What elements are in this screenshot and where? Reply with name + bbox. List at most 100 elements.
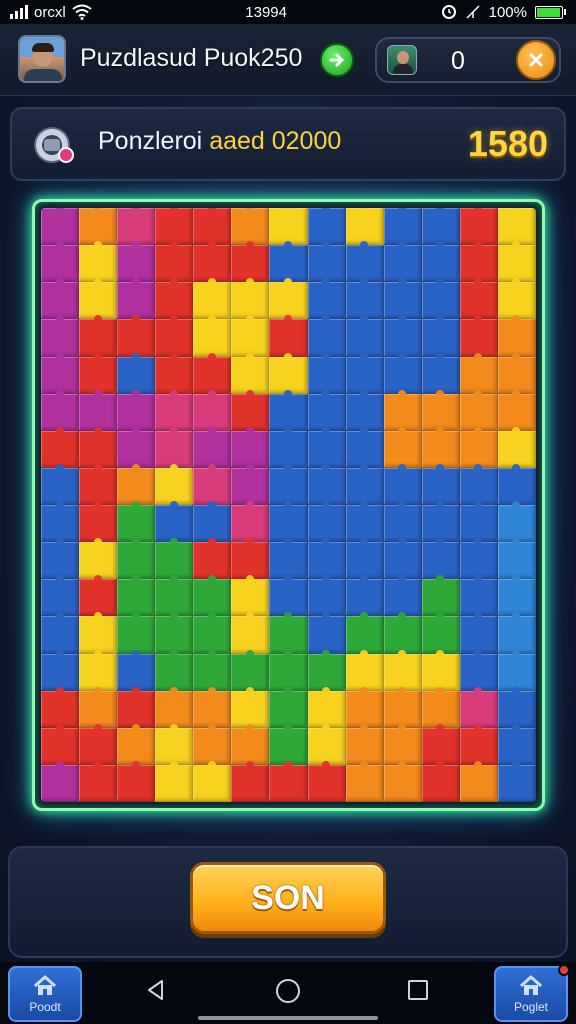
puzzle-piece[interactable] — [79, 538, 118, 580]
puzzle-piece[interactable] — [421, 389, 460, 431]
puzzle-piece[interactable] — [383, 612, 422, 654]
puzzle-piece[interactable] — [307, 315, 346, 357]
puzzle-piece[interactable] — [231, 352, 270, 394]
puzzle-piece[interactable] — [421, 426, 460, 468]
puzzle-piece[interactable] — [155, 463, 194, 505]
puzzle-piece[interactable] — [459, 352, 498, 394]
puzzle-piece[interactable] — [41, 389, 80, 431]
nav-tab-profile[interactable]: Poglet — [494, 964, 570, 1022]
puzzle-piece[interactable] — [497, 649, 536, 691]
puzzle-piece[interactable] — [41, 208, 80, 246]
puzzle-piece[interactable] — [79, 278, 118, 320]
close-button[interactable] — [516, 40, 556, 80]
puzzle-piece[interactable] — [307, 463, 346, 505]
puzzle-piece[interactable] — [269, 315, 308, 357]
puzzle-piece[interactable] — [155, 241, 194, 283]
puzzle-piece[interactable] — [117, 649, 156, 691]
puzzle-piece[interactable] — [459, 723, 498, 765]
puzzle-piece[interactable] — [459, 426, 498, 468]
puzzle-piece[interactable] — [155, 612, 194, 654]
puzzle-piece[interactable] — [41, 500, 80, 543]
puzzle-piece[interactable] — [269, 723, 308, 765]
puzzle-piece[interactable] — [117, 686, 156, 728]
puzzle-piece[interactable] — [231, 241, 270, 283]
puzzle-piece[interactable] — [497, 241, 536, 283]
puzzle-piece[interactable] — [383, 649, 422, 691]
puzzle-piece[interactable] — [79, 649, 118, 691]
puzzle-piece[interactable] — [41, 352, 80, 394]
puzzle-piece[interactable] — [345, 463, 384, 505]
puzzle-piece[interactable] — [459, 686, 498, 728]
puzzle-piece[interactable] — [79, 352, 118, 394]
puzzle-piece[interactable] — [383, 463, 422, 505]
puzzle-piece[interactable] — [117, 278, 156, 320]
puzzle-piece[interactable] — [497, 686, 536, 728]
puzzle-piece[interactable] — [269, 760, 308, 802]
puzzle-piece[interactable] — [497, 500, 536, 543]
puzzle-piece[interactable] — [307, 686, 346, 728]
puzzle-piece[interactable] — [193, 723, 232, 765]
puzzle-piece[interactable] — [307, 760, 346, 802]
puzzle-piece[interactable] — [421, 575, 460, 617]
puzzle-piece[interactable] — [155, 686, 194, 728]
puzzle-piece[interactable] — [345, 389, 384, 431]
puzzle-piece[interactable] — [79, 241, 118, 283]
puzzle-piece[interactable] — [231, 278, 270, 320]
puzzle-piece[interactable] — [345, 575, 384, 617]
puzzle-piece[interactable] — [459, 649, 498, 691]
puzzle-piece[interactable] — [383, 686, 422, 728]
system-home-icon[interactable] — [276, 979, 300, 1003]
puzzle-piece[interactable] — [421, 352, 460, 394]
puzzle-piece[interactable] — [155, 649, 194, 691]
nav-tab-home[interactable]: Poodt — [8, 966, 82, 1022]
puzzle-piece[interactable] — [497, 575, 536, 617]
puzzle-piece[interactable] — [117, 612, 156, 654]
puzzle-piece[interactable] — [421, 649, 460, 691]
son-button[interactable]: SON — [190, 862, 386, 934]
puzzle-piece[interactable] — [117, 463, 156, 505]
puzzle-piece[interactable] — [459, 315, 498, 357]
puzzle-piece[interactable] — [79, 575, 118, 617]
puzzle-piece[interactable] — [41, 760, 80, 802]
puzzle-piece[interactable] — [117, 500, 156, 543]
puzzle-piece[interactable] — [269, 686, 308, 728]
puzzle-piece[interactable] — [497, 389, 536, 431]
puzzle-piece[interactable] — [231, 575, 270, 617]
puzzle-piece[interactable] — [497, 208, 536, 246]
puzzle-piece[interactable] — [79, 426, 118, 468]
puzzle-piece[interactable] — [383, 426, 422, 468]
puzzle-piece[interactable] — [155, 315, 194, 357]
puzzle-piece[interactable] — [459, 463, 498, 505]
puzzle-piece[interactable] — [193, 760, 232, 802]
puzzle-piece[interactable] — [155, 575, 194, 617]
puzzle-piece[interactable] — [117, 208, 156, 246]
puzzle-piece[interactable] — [459, 278, 498, 320]
puzzle-piece[interactable] — [41, 463, 80, 505]
puzzle-piece[interactable] — [497, 352, 536, 394]
player-avatar[interactable] — [18, 35, 66, 83]
puzzle-piece[interactable] — [383, 760, 422, 802]
puzzle-piece[interactable] — [307, 389, 346, 431]
puzzle-piece[interactable] — [41, 426, 80, 468]
puzzle-piece[interactable] — [421, 538, 460, 580]
puzzle-piece[interactable] — [345, 241, 384, 283]
puzzle-piece[interactable] — [155, 760, 194, 802]
puzzle-piece[interactable] — [193, 686, 232, 728]
puzzle-piece[interactable] — [79, 760, 118, 802]
puzzle-piece[interactable] — [497, 463, 536, 505]
puzzle-piece[interactable] — [117, 315, 156, 357]
puzzle-piece[interactable] — [193, 208, 232, 246]
puzzle-piece[interactable] — [41, 575, 80, 617]
puzzle-piece[interactable] — [41, 241, 80, 283]
puzzle-piece[interactable] — [383, 278, 422, 320]
puzzle-piece[interactable] — [269, 649, 308, 691]
puzzle-piece[interactable] — [307, 575, 346, 617]
puzzle-piece[interactable] — [345, 612, 384, 654]
puzzle-piece[interactable] — [41, 723, 80, 765]
puzzle-piece[interactable] — [41, 612, 80, 654]
puzzle-piece[interactable] — [231, 612, 270, 654]
puzzle-piece[interactable] — [41, 649, 80, 691]
puzzle-piece[interactable] — [41, 278, 80, 320]
puzzle-piece[interactable] — [497, 278, 536, 320]
puzzle-piece[interactable] — [269, 538, 308, 580]
